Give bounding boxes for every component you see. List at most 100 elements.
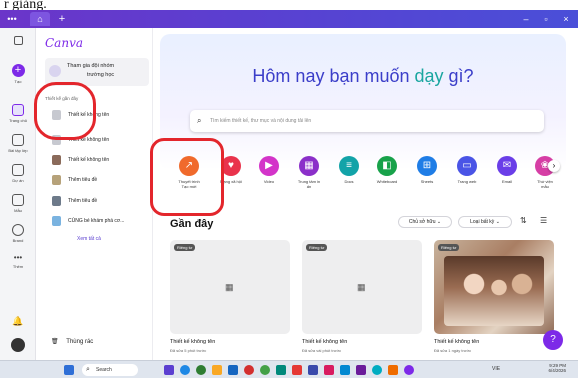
category-docs[interactable]: ≡ Docs: [330, 156, 368, 184]
create-label: Tạo: [14, 79, 22, 84]
new-tab-button[interactable]: +: [56, 12, 68, 26]
panel-toggle-icon: [13, 36, 23, 45]
taskbar-app-icon[interactable]: [292, 365, 302, 375]
plus-icon: +: [11, 64, 25, 77]
design-thumbnail: [52, 155, 61, 165]
clock[interactable]: 9:29 PM 6/4/2026: [536, 363, 566, 373]
rail-item-assignments[interactable]: Bài tập lớp: [0, 134, 36, 153]
sheets-icon: ⊞: [417, 156, 437, 176]
see-all-link[interactable]: Xem tất cả: [77, 236, 101, 242]
hero-title: Hôm nay bạn muốn dạy gì?: [160, 66, 566, 87]
taskbar-app-icon[interactable]: [404, 365, 414, 375]
taskbar-app-icon[interactable]: [164, 365, 174, 375]
taskbar-app-icon[interactable]: [356, 365, 366, 375]
close-button[interactable]: ×: [560, 12, 572, 26]
maximize-button[interactable]: ▫: [540, 12, 552, 26]
whiteboard-icon: ◧: [377, 156, 397, 176]
card-title[interactable]: Thiết kế không tên: [434, 339, 479, 345]
search-input[interactable]: ⌕ Tìm kiếm thiết kế, thư mục và nội dung…: [190, 110, 544, 132]
window-titlebar: ••• ⌂ + – ▫ ×: [0, 10, 578, 28]
category-print[interactable]: ▦ Trung tâm in ấn: [290, 156, 328, 189]
category-email[interactable]: ✉ Email: [488, 156, 526, 184]
card-title[interactable]: Thiết kế không tên: [170, 339, 215, 345]
taskbar-search[interactable]: ⌕ Search: [82, 364, 138, 376]
hero-title-post: gì?: [443, 66, 474, 86]
print-icon: ▦: [299, 156, 319, 176]
taskbar-app-icon[interactable]: [260, 365, 270, 375]
sort-icon[interactable]: ⇅: [520, 216, 527, 225]
category-sheets[interactable]: ⊞ Sheets: [408, 156, 446, 184]
category-sublabel: ấn: [306, 184, 312, 189]
heart-icon: ♥: [221, 156, 241, 176]
design-card[interactable]: Riêng tư ▦: [302, 240, 422, 334]
chevron-down-icon: ⌄: [436, 219, 442, 225]
card-subtitle: Đã sửa 1 ngày trước: [434, 348, 472, 353]
taskbar-app-icon[interactable]: [324, 365, 334, 375]
rail-item-templates[interactable]: Mẫu: [0, 194, 36, 213]
side-panel: Canva Tham gia đội nhóm trường học Thiết…: [37, 28, 153, 360]
avatar: [11, 338, 25, 352]
taskbar-app-icon[interactable]: [388, 365, 398, 375]
account-avatar[interactable]: [0, 338, 36, 352]
chevron-down-icon: ⌄: [495, 219, 500, 225]
help-button[interactable]: ?: [543, 330, 563, 350]
taskbar-app-icon[interactable]: [244, 365, 254, 375]
left-rail: + Tạo Trang chủ Bài tập lớp Dự án Mẫu Br…: [0, 28, 36, 360]
side-item[interactable]: CÙNG bé khám phá cơ...: [52, 214, 148, 228]
windows-start-icon[interactable]: [64, 365, 74, 375]
taskbar-app-icon[interactable]: [196, 365, 206, 375]
taskbar-app-icon[interactable]: [180, 365, 190, 375]
taskbar-app-icon[interactable]: [276, 365, 286, 375]
minimize-button[interactable]: –: [520, 12, 532, 26]
clock-date: 6/4/2026: [548, 368, 566, 373]
web-icon: ▭: [457, 156, 477, 176]
side-item[interactable]: Thêm tiêu đề: [52, 173, 148, 187]
assignment-icon: [12, 134, 24, 146]
chevron-right-icon[interactable]: ›: [548, 160, 560, 172]
design-card[interactable]: Riêng tư ▦: [170, 240, 290, 334]
taskbar: ⌕ Search VIE 9:29 PM 6/4/2026: [0, 360, 578, 378]
privacy-badge: Riêng tư: [306, 244, 328, 251]
rail-item-more[interactable]: ••• Thêm: [0, 254, 36, 270]
type-filter-dropdown[interactable]: Loại bất kỳ ⌄: [458, 216, 512, 228]
category-label: Whiteboard: [376, 179, 398, 184]
sidebar-toggle[interactable]: [0, 36, 36, 45]
category-video[interactable]: ▶ Video: [250, 156, 288, 184]
rail-item-home[interactable]: Trang chủ: [0, 104, 36, 123]
taskbar-app-icon[interactable]: [372, 365, 382, 375]
rail-item-projects[interactable]: Dự án: [0, 164, 36, 183]
trash-button[interactable]: 🗑 Thùng rác: [51, 338, 93, 345]
taskbar-search-label: Search: [96, 367, 112, 373]
home-icon: ⌂: [37, 14, 43, 24]
side-item[interactable]: Thêm tiêu đề: [52, 194, 148, 208]
list-view-icon[interactable]: ☰: [540, 216, 547, 225]
taskbar-app-icon[interactable]: [340, 365, 350, 375]
category-whiteboard[interactable]: ◧ Whiteboard: [368, 156, 406, 184]
tab-home[interactable]: ⌂: [30, 12, 50, 26]
side-item[interactable]: Thiết kế không tên: [52, 153, 148, 167]
category-website[interactable]: ▭ Trang web: [448, 156, 486, 184]
owner-filter-dropdown[interactable]: Chủ sở hữu ⌄: [398, 216, 452, 228]
side-item-label: Thiết kế không tên: [68, 157, 110, 163]
search-icon: ⌕: [197, 116, 202, 125]
docs-icon: ≡: [339, 156, 359, 176]
category-label: Video: [263, 179, 275, 184]
taskbar-app-icon[interactable]: [228, 365, 238, 375]
design-card[interactable]: Riêng tư: [434, 240, 554, 334]
taskbar-app-icon[interactable]: [212, 365, 222, 375]
rail-label-templates: Mẫu: [14, 208, 22, 213]
create-button[interactable]: + Tạo: [0, 64, 36, 84]
blank-design-icon: ▦: [357, 282, 366, 292]
video-icon: ▶: [259, 156, 279, 176]
search-placeholder: Tìm kiếm thiết kế, thư mục và nội dung t…: [210, 118, 312, 124]
rail-item-brand[interactable]: Brand: [0, 224, 36, 243]
annotation-circle: [34, 82, 96, 140]
card-subtitle: Đã sửa vài phút trước: [302, 348, 342, 353]
card-title[interactable]: Thiết kế không tên: [302, 339, 347, 345]
menu-dots-icon[interactable]: •••: [6, 12, 18, 26]
canva-logo: Canva: [45, 36, 83, 50]
language-indicator[interactable]: VIE: [492, 366, 500, 372]
notifications-button[interactable]: 🔔: [0, 316, 36, 327]
rail-label-home: Trang chủ: [9, 118, 27, 123]
taskbar-app-icon[interactable]: [308, 365, 318, 375]
